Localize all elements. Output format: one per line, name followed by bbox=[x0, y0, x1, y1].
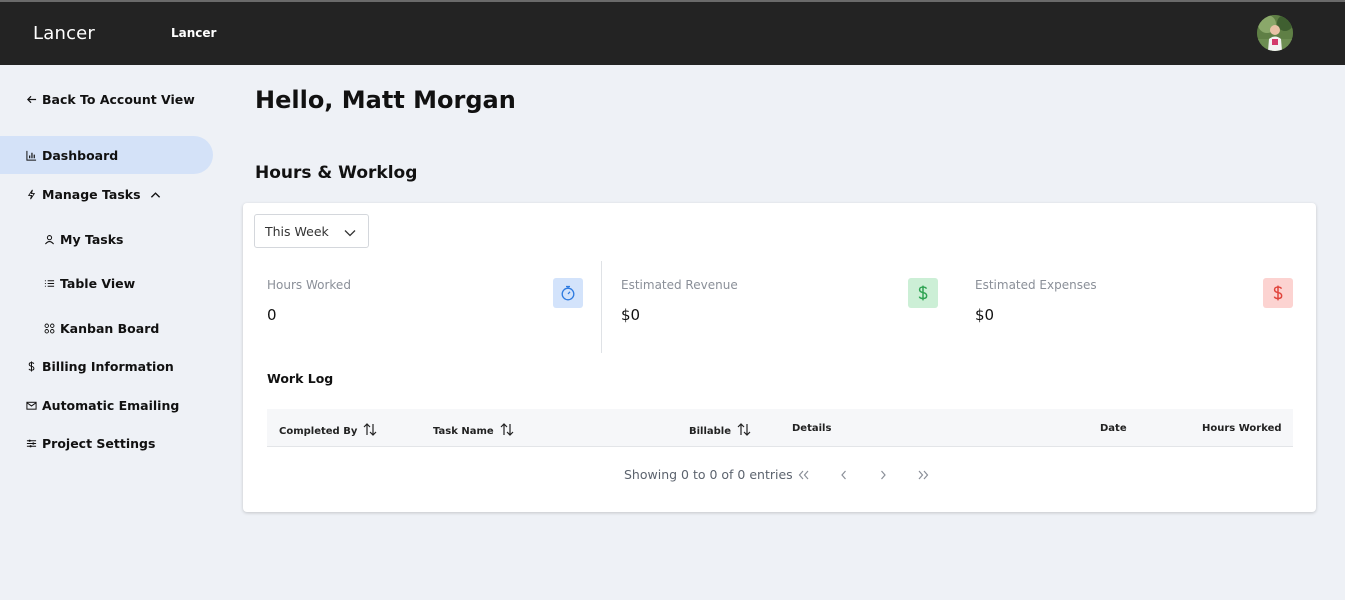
settings-icon bbox=[25, 438, 37, 450]
arrow-left-icon bbox=[25, 94, 37, 106]
top-bar: Lancer Lancer bbox=[0, 0, 1345, 65]
chevron-left-icon bbox=[841, 470, 846, 480]
sidebar-item-label: Manage Tasks bbox=[42, 187, 141, 202]
back-to-account-link[interactable]: Back To Account View bbox=[25, 92, 195, 107]
dollar-icon bbox=[1263, 278, 1293, 308]
mail-icon bbox=[25, 400, 37, 412]
stat-label: Estimated Expenses bbox=[975, 278, 1097, 292]
user-icon bbox=[43, 234, 55, 246]
grid-icon bbox=[43, 323, 55, 335]
page-title: Hello, Matt Morgan bbox=[255, 86, 516, 114]
brand-logo[interactable]: Lancer bbox=[33, 23, 95, 44]
stat-estimated-revenue: Estimated Revenue $0 bbox=[597, 261, 947, 353]
period-select[interactable]: This Week bbox=[254, 214, 369, 248]
sidebar-item-label: Project Settings bbox=[42, 436, 156, 451]
user-avatar[interactable] bbox=[1257, 15, 1293, 51]
column-label: Hours Worked bbox=[1202, 423, 1282, 434]
list-icon bbox=[43, 278, 55, 290]
column-task-name[interactable]: Task Name bbox=[433, 423, 514, 439]
stat-value: $0 bbox=[975, 306, 995, 324]
sidebar-item-billing-information[interactable]: Billing Information bbox=[25, 359, 174, 374]
hours-worklog-card: This Week Hours Worked 0 Estimated Reven… bbox=[243, 203, 1316, 512]
bar-chart-icon bbox=[25, 149, 37, 161]
nav-project-link[interactable]: Lancer bbox=[171, 26, 216, 40]
column-date: Date bbox=[1100, 423, 1127, 434]
first-page-button[interactable] bbox=[796, 469, 812, 481]
sidebar-item-kanban-board[interactable]: Kanban Board bbox=[43, 321, 159, 336]
last-page-button[interactable] bbox=[915, 469, 931, 481]
dollar-icon bbox=[25, 361, 37, 373]
sidebar-item-manage-tasks[interactable]: Manage Tasks bbox=[25, 187, 161, 202]
previous-page-button[interactable] bbox=[836, 469, 852, 481]
double-chevron-right-icon bbox=[918, 470, 929, 480]
sidebar-item-label: My Tasks bbox=[60, 232, 124, 247]
sidebar-item-label: Billing Information bbox=[42, 359, 174, 374]
sidebar-item-label: Automatic Emailing bbox=[42, 398, 180, 413]
stat-value: 0 bbox=[267, 306, 277, 324]
column-completed-by[interactable]: Completed By bbox=[279, 423, 377, 439]
column-label: Billable bbox=[689, 425, 732, 437]
lightning-icon bbox=[25, 189, 37, 201]
avatar-image bbox=[1257, 15, 1293, 51]
dollar-icon bbox=[908, 278, 938, 308]
sidebar-item-table-view[interactable]: Table View bbox=[43, 276, 135, 291]
stat-label: Estimated Revenue bbox=[621, 278, 738, 292]
section-title: Hours & Worklog bbox=[255, 163, 418, 183]
column-label: Date bbox=[1100, 423, 1127, 434]
column-billable[interactable]: Billable bbox=[689, 423, 751, 439]
double-chevron-left-icon bbox=[798, 470, 809, 480]
stat-hours-worked: Hours Worked 0 bbox=[243, 261, 593, 353]
column-details: Details bbox=[792, 423, 831, 434]
period-select-value: This Week bbox=[265, 224, 329, 239]
column-label: Task Name bbox=[433, 425, 494, 437]
sort-icon[interactable] bbox=[737, 423, 751, 439]
chevron-down-icon bbox=[344, 225, 356, 240]
sidebar: Back To Account View Dashboard Manage Ta… bbox=[0, 65, 222, 600]
sidebar-item-label: Table View bbox=[60, 276, 136, 291]
sidebar-item-automatic-emailing[interactable]: Automatic Emailing bbox=[25, 398, 179, 413]
stopwatch-icon bbox=[553, 278, 583, 308]
worklog-title: Work Log bbox=[267, 371, 334, 386]
column-label: Details bbox=[792, 423, 832, 434]
stat-estimated-expenses: Estimated Expenses $0 bbox=[951, 261, 1301, 353]
chevron-right-icon bbox=[881, 470, 886, 480]
sidebar-item-project-settings[interactable]: Project Settings bbox=[25, 436, 155, 451]
sidebar-item-dashboard[interactable]: Dashboard bbox=[0, 136, 213, 174]
column-label: Completed By bbox=[279, 425, 358, 437]
stat-value: $0 bbox=[621, 306, 641, 324]
pagination-text: Showing 0 to 0 of 0 entries bbox=[624, 467, 793, 482]
column-hours-worked: Hours Worked bbox=[1202, 423, 1282, 434]
worklog-table-header: Completed By Task Name Billable Details … bbox=[267, 409, 1293, 447]
chevron-up-icon[interactable] bbox=[150, 191, 161, 199]
sidebar-item-label: Kanban Board bbox=[60, 321, 160, 336]
next-page-button[interactable] bbox=[875, 469, 891, 481]
back-label: Back To Account View bbox=[42, 92, 195, 107]
sidebar-item-my-tasks[interactable]: My Tasks bbox=[43, 232, 123, 247]
stat-label: Hours Worked bbox=[267, 278, 351, 292]
sidebar-item-label: Dashboard bbox=[42, 147, 119, 163]
sort-icon[interactable] bbox=[363, 423, 377, 439]
sort-icon[interactable] bbox=[500, 423, 514, 439]
